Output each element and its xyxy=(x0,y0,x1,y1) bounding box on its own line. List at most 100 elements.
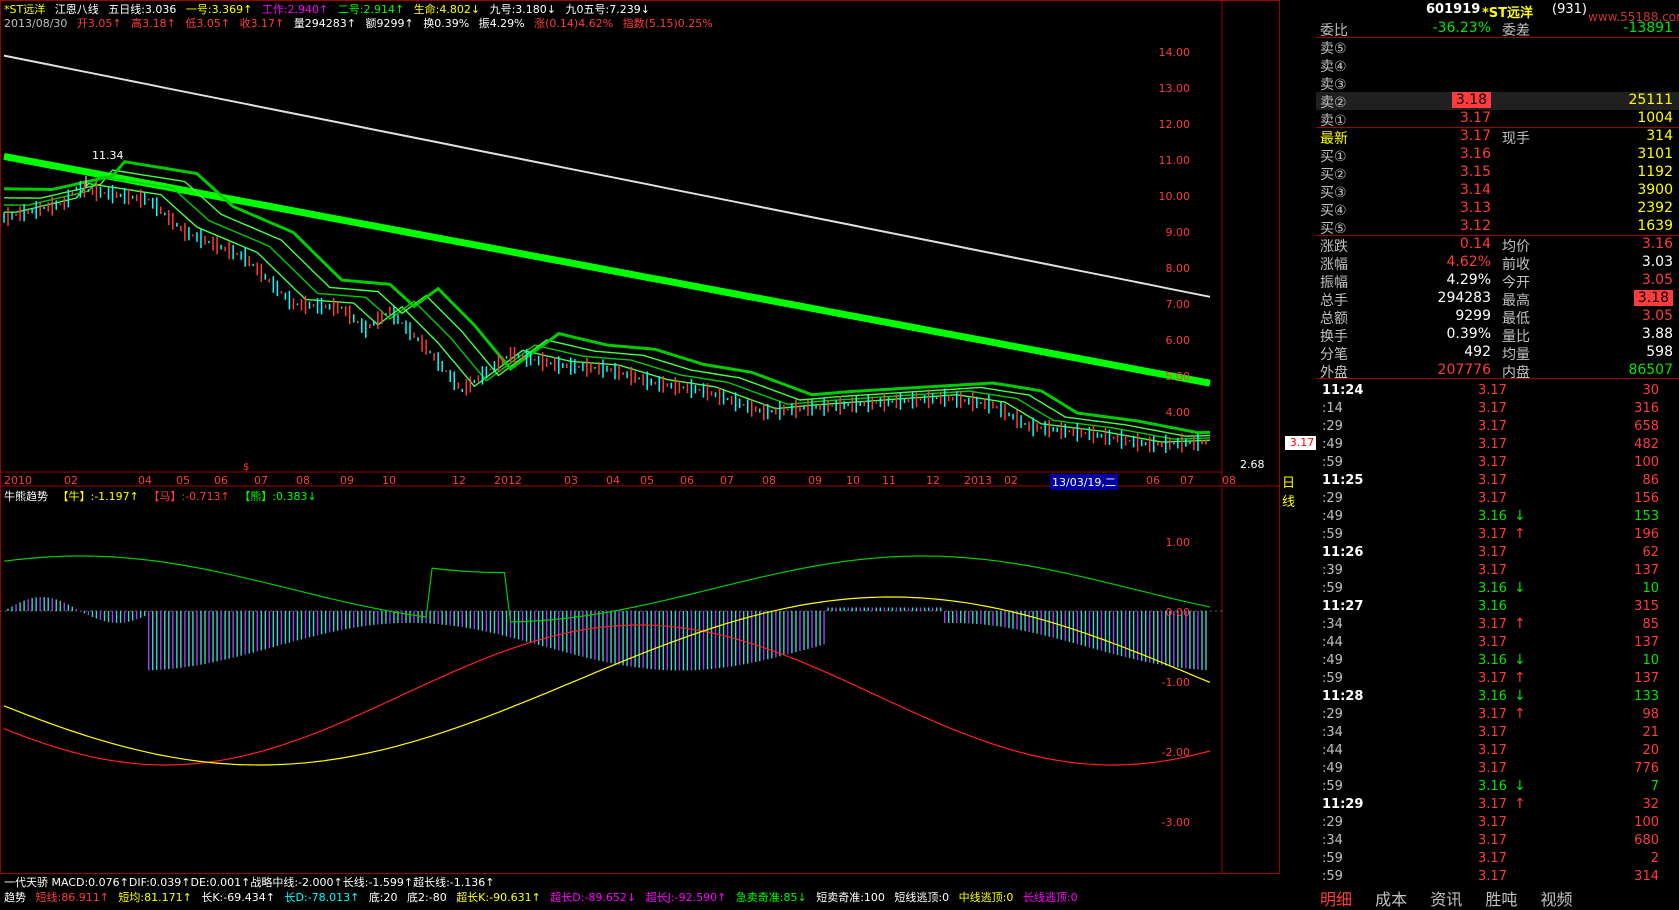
quote-value: 25111 xyxy=(1628,92,1673,108)
quote-value: 3.03 xyxy=(1641,254,1673,270)
tick-row: :44 3.17 20 xyxy=(1316,742,1679,760)
trend-value: 短线:86.911↑ xyxy=(35,891,109,904)
quote-label-2: 最低 xyxy=(1502,311,1530,327)
tick-time: :44 xyxy=(1322,743,1343,758)
tick-price: 3.17 xyxy=(1478,743,1507,758)
quote-label-2: 现手 xyxy=(1502,131,1530,147)
tab-cost[interactable]: 成本 xyxy=(1375,890,1407,909)
tick-price: 3.17 xyxy=(1478,869,1507,884)
quote-label-2: 前收 xyxy=(1502,257,1530,273)
tab-win[interactable]: 胜吨 xyxy=(1485,890,1517,909)
time-tick: 02 xyxy=(1004,474,1018,487)
tick-volume: 137 xyxy=(1634,563,1659,578)
tick-row: :14 3.17 316 xyxy=(1316,400,1679,418)
trend-value: 长D:-78.013↑ xyxy=(284,891,360,904)
tick-time: :29 xyxy=(1322,419,1343,434)
quote-label-2: 均价 xyxy=(1502,239,1530,255)
tick-time: :59 xyxy=(1322,851,1343,866)
trend-value: 底2:-80 xyxy=(407,891,447,904)
tick-time: :34 xyxy=(1322,725,1343,740)
tick-time: :59 xyxy=(1322,581,1343,596)
tab-video[interactable]: 视频 xyxy=(1540,890,1572,909)
sell-row: 卖① 3.17 1004 xyxy=(1316,110,1679,129)
time-tick: 06 xyxy=(1146,474,1160,487)
tick-row: :34 3.17 680 xyxy=(1316,832,1679,850)
time-tick: 09 xyxy=(808,474,822,487)
sell-row: 卖③ xyxy=(1316,74,1679,93)
tick-volume: 62 xyxy=(1642,545,1659,560)
tick-price: 3.17 xyxy=(1478,833,1507,848)
tab-detail[interactable]: 明细 xyxy=(1320,890,1352,909)
price-tick: 5.00 xyxy=(1165,370,1191,383)
price-chart[interactable]: $ xyxy=(0,0,1280,904)
quote-price: 4.29% xyxy=(1446,272,1491,288)
arrow-down-icon: ↓ xyxy=(1514,580,1526,596)
quote-label: 买④ xyxy=(1320,203,1347,219)
time-tick: 06 xyxy=(680,474,694,487)
quote-label: 涨跌 xyxy=(1320,239,1348,255)
quote-value: 3900 xyxy=(1637,182,1673,198)
time-axis: 2010 02 04 05 06 07 08 09 10 12 2012 03 … xyxy=(0,474,1280,490)
stat-row: 振幅 4.29% 今开 3.05 xyxy=(1316,272,1679,291)
tick-price: 3.17 xyxy=(1478,815,1507,830)
stock-code-num: (931) xyxy=(1552,2,1587,17)
quote-price: 3.15 xyxy=(1459,164,1491,180)
price-tick: 9.00 xyxy=(1165,226,1191,239)
bull-value: 【牛】:-1.197↑ xyxy=(57,490,139,503)
panel-divider xyxy=(1316,127,1679,128)
tick-volume: 482 xyxy=(1634,437,1659,452)
tick-time: :14 xyxy=(1322,401,1343,416)
quote-label-2: 最高 xyxy=(1502,293,1530,309)
tick-volume: 98 xyxy=(1642,707,1659,722)
quote-label: 买② xyxy=(1320,167,1347,183)
price-tick: 4.00 xyxy=(1165,406,1191,419)
tick-volume: 100 xyxy=(1634,815,1659,830)
tick-row: :49 3.16 ↓ 10 xyxy=(1316,652,1679,670)
tick-price: 3.17 xyxy=(1478,851,1507,866)
sell-row: 卖⑤ xyxy=(1316,38,1679,57)
time-tick: 08 xyxy=(1222,474,1236,487)
low-value: 低3.05↑ xyxy=(185,17,231,30)
quote-value: -13891 xyxy=(1623,20,1673,36)
panel-divider xyxy=(1316,235,1679,236)
time-tick: 12 xyxy=(452,474,466,487)
quote-label: 外盘 xyxy=(1320,365,1348,381)
trend-value: 超长D:-89.652↓ xyxy=(550,891,637,904)
time-tick: 06 xyxy=(214,474,228,487)
tick-row: :34 3.17 ↑ 85 xyxy=(1316,616,1679,634)
buy-row: 买③ 3.14 3900 xyxy=(1316,182,1679,201)
time-tick: 10 xyxy=(382,474,396,487)
quote-price: 3.17 xyxy=(1459,128,1491,144)
quote-label: 卖③ xyxy=(1320,77,1347,93)
turnover-value: 换0.39% xyxy=(423,17,470,30)
tick-time: :34 xyxy=(1322,617,1343,632)
time-tick: 2013 xyxy=(964,474,992,487)
tick-row: :29 3.17 658 xyxy=(1316,418,1679,436)
buy-row: 买② 3.15 1192 xyxy=(1316,164,1679,183)
quote-price: 0.14 xyxy=(1459,236,1491,252)
arrow-down-icon: ↓ xyxy=(1514,652,1526,668)
lower-title: 牛熊趋势 xyxy=(4,490,48,503)
stat-row: 涨跌 0.14 均价 3.16 xyxy=(1316,236,1679,255)
tick-row: :59 3.17 100 xyxy=(1316,454,1679,472)
sell-row: 卖④ xyxy=(1316,56,1679,75)
tick-time: :34 xyxy=(1322,833,1343,848)
lower-tick: 0.00 xyxy=(1165,606,1191,619)
quote-value: 314 xyxy=(1646,128,1673,144)
quote-value: 1004 xyxy=(1637,110,1673,126)
tick-row: 11:28 3.16 ↓ 133 xyxy=(1316,688,1679,706)
period-label[interactable]: 日线 xyxy=(1282,472,1295,510)
sell-marker: $ xyxy=(243,462,249,473)
tick-volume: 658 xyxy=(1634,419,1659,434)
tick-volume: 86 xyxy=(1642,473,1659,488)
tick-row: :59 3.17 ↑ 137 xyxy=(1316,670,1679,688)
tab-info[interactable]: 资讯 xyxy=(1430,890,1462,909)
high-marker-label: 11.34 xyxy=(92,149,124,162)
time-tick: 05 xyxy=(640,474,654,487)
lower-tick: -3.00 xyxy=(1161,816,1190,829)
quote-label: 涨幅 xyxy=(1320,257,1348,273)
chart-area[interactable]: $ *ST远洋 江恩八线 五日线:3.036 一号:3.369↑ 工作:2.94… xyxy=(0,0,1319,904)
arrow-up-icon: ↑ xyxy=(1514,706,1526,722)
panel-divider xyxy=(1316,37,1679,38)
arrow-up-icon: ↑ xyxy=(1514,526,1526,542)
